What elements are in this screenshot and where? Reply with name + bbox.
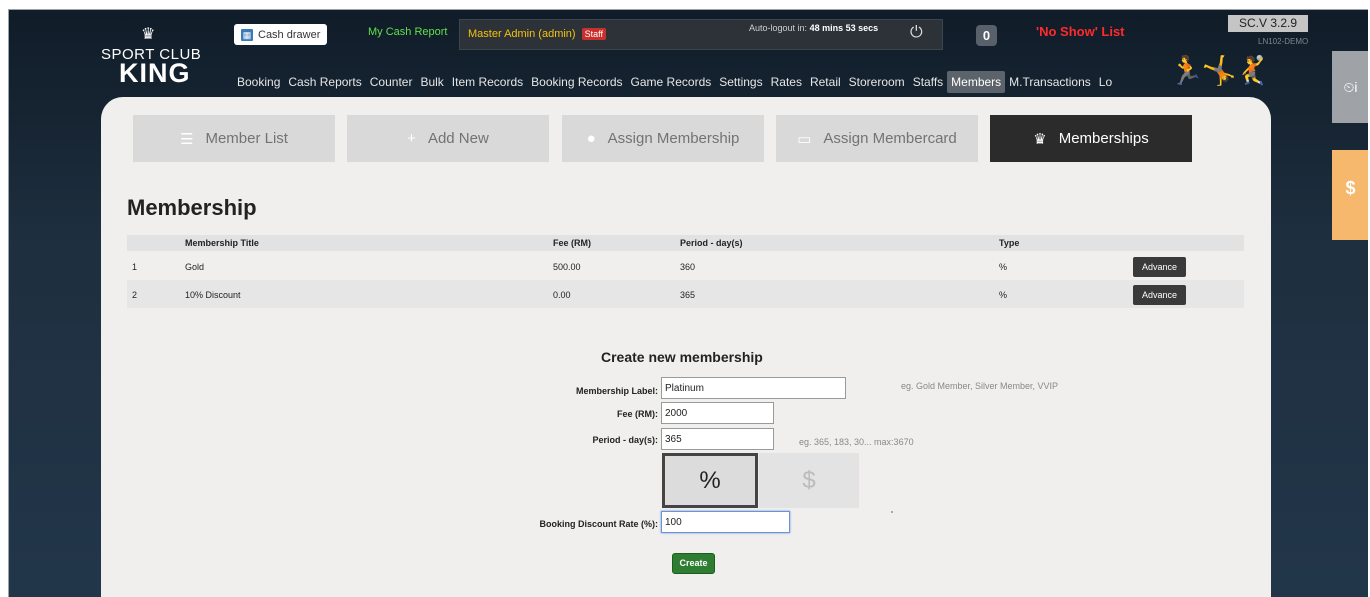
col-type: Type [999, 238, 1020, 248]
auto-logout-mins: 48 mins [809, 23, 844, 33]
membership-label-input[interactable] [661, 377, 846, 399]
row-type: % [999, 290, 1008, 300]
row-title: 10% Discount [185, 290, 241, 300]
nav-item-cash-reports[interactable]: Cash Reports [284, 71, 365, 93]
row-fee: 0.00 [553, 290, 571, 300]
tab-member-list[interactable]: ☰ Member List [133, 115, 335, 162]
power-icon[interactable]: ⏻ [910, 24, 923, 42]
admin-bar: Master Admin (admin) Staff Auto-logout i… [459, 19, 943, 50]
auto-logout-timer: Auto-logout in: 48 mins 53 secs [749, 23, 878, 33]
row-period: 360 [680, 262, 696, 272]
logo-line2: KING [119, 58, 191, 88]
notification-count[interactable]: 0 [976, 25, 997, 46]
col-period: Period - day(s) [680, 238, 743, 248]
tab-label: Assign Membercard [823, 130, 957, 147]
auto-logout-label: Auto-logout in: [749, 23, 808, 33]
admin-name[interactable]: Master Admin (admin) Staff [468, 28, 607, 40]
my-cash-report-link[interactable]: My Cash Report [368, 26, 447, 38]
no-show-list-link[interactable]: 'No Show' List [1036, 24, 1125, 39]
row-period: 365 [680, 290, 696, 300]
cash-drawer-button[interactable]: ▦ Cash drawer [234, 24, 328, 45]
sports-figures-icon: 🏃🤸🤾 [1169, 55, 1270, 86]
discount-rate-input[interactable] [661, 511, 790, 533]
nav-item-booking-records[interactable]: Booking Records [527, 71, 626, 93]
tab-label: Assign Membership [607, 130, 740, 147]
tab-assign-membercard[interactable]: ▭ Assign Membercard [776, 115, 978, 162]
col-fee: Fee (RM) [553, 238, 591, 248]
crown-icon: ♛ [1033, 130, 1047, 148]
nav-item-rates[interactable]: Rates [767, 71, 806, 93]
row-title: Gold [185, 262, 205, 272]
fee-label: Fee (RM): [617, 409, 658, 419]
nav-item-members[interactable]: Members [947, 71, 1006, 93]
type-dollar-toggle[interactable]: $ [759, 453, 859, 508]
version-badge: SC.V 3.2.9 [1228, 15, 1308, 32]
page-title: Membership [127, 195, 257, 220]
row-type: % [999, 262, 1008, 272]
main-nav: Booking Cash Reports Counter Bulk Item Recor… [233, 71, 1116, 93]
staff-badge: Staff [581, 28, 607, 40]
membership-label-hint: eg. Gold Member, Silver Member, VVIP [901, 381, 1059, 391]
admin-name-label: Master Admin (admin) [468, 28, 576, 40]
auto-logout-secs: 53 secs [845, 23, 879, 33]
cash-drawer-label: Cash drawer [258, 28, 321, 41]
tab-assign-membership[interactable]: ● Assign Membership [562, 115, 764, 162]
crown-icon: ♛ [141, 26, 156, 43]
tab-label: Memberships [1058, 130, 1149, 147]
list-icon: ☰ [180, 130, 194, 148]
table-row: 2 10% Discount 0.00 365 % Advance [127, 280, 1244, 308]
nav-item-game-records[interactable]: Game Records [627, 71, 716, 93]
tab-add-new[interactable]: + Add New [347, 115, 549, 162]
nav-item-storeroom[interactable]: Storeroom [845, 71, 909, 93]
type-percent-toggle[interactable]: % [662, 453, 758, 508]
card-icon: ▭ [797, 130, 812, 148]
period-input[interactable] [661, 428, 774, 450]
create-form-title: Create new membership [601, 349, 763, 365]
tab-label: Member List [205, 130, 288, 147]
tab-label: Add New [427, 130, 489, 147]
row-number: 2 [132, 290, 138, 300]
membership-label-label: Membership Label: [575, 386, 658, 396]
nav-item-m-transactions[interactable]: M.Transactions [1005, 71, 1095, 93]
col-title: Membership Title [185, 238, 259, 248]
row-number: 1 [132, 262, 138, 272]
nav-item-item-records[interactable]: Item Records [448, 71, 527, 93]
timer-side-tab[interactable]: ⏲i [1332, 51, 1368, 123]
table-row: 1 Gold 500.00 360 % Advance [127, 252, 1244, 280]
nav-item-counter[interactable]: Counter [366, 71, 417, 93]
advance-button[interactable]: Advance [1133, 257, 1186, 277]
fee-input[interactable] [661, 402, 774, 424]
period-label: Period - day(s): [592, 435, 658, 445]
create-button[interactable]: Create [672, 553, 715, 574]
advance-button[interactable]: Advance [1133, 285, 1186, 305]
user-icon: ● [586, 130, 596, 147]
main-content: ☰ Member List + Add New ● Assign Members… [101, 97, 1271, 597]
divider-dot [891, 511, 893, 513]
plus-icon: + [407, 130, 416, 147]
row-fee: 500.00 [553, 262, 581, 272]
tab-memberships[interactable]: ♛ Memberships [990, 115, 1192, 162]
cash-register-icon: ▦ [241, 28, 253, 41]
table-header: Membership Title Fee (RM) Period - day(s… [127, 235, 1244, 251]
nav-item-booking[interactable]: Booking [233, 71, 284, 93]
nav-item-settings[interactable]: Settings [715, 71, 766, 93]
nav-item-bulk[interactable]: Bulk [416, 71, 447, 93]
nav-item-lo[interactable]: Lo [1095, 71, 1116, 93]
app-frame: ♛ SPORT CLUB KING ▦ Cash drawer My Cash … [8, 9, 1368, 597]
nav-item-staffs[interactable]: Staffs [909, 71, 947, 93]
period-hint: eg. 365, 183, 30... max:3670 [799, 437, 914, 447]
discount-rate-label: Booking Discount Rate (%): [539, 519, 659, 529]
nav-item-retail[interactable]: Retail [806, 71, 845, 93]
cash-side-tab[interactable]: $ [1332, 150, 1368, 240]
demo-code: LN102-DEMO [1258, 37, 1309, 46]
